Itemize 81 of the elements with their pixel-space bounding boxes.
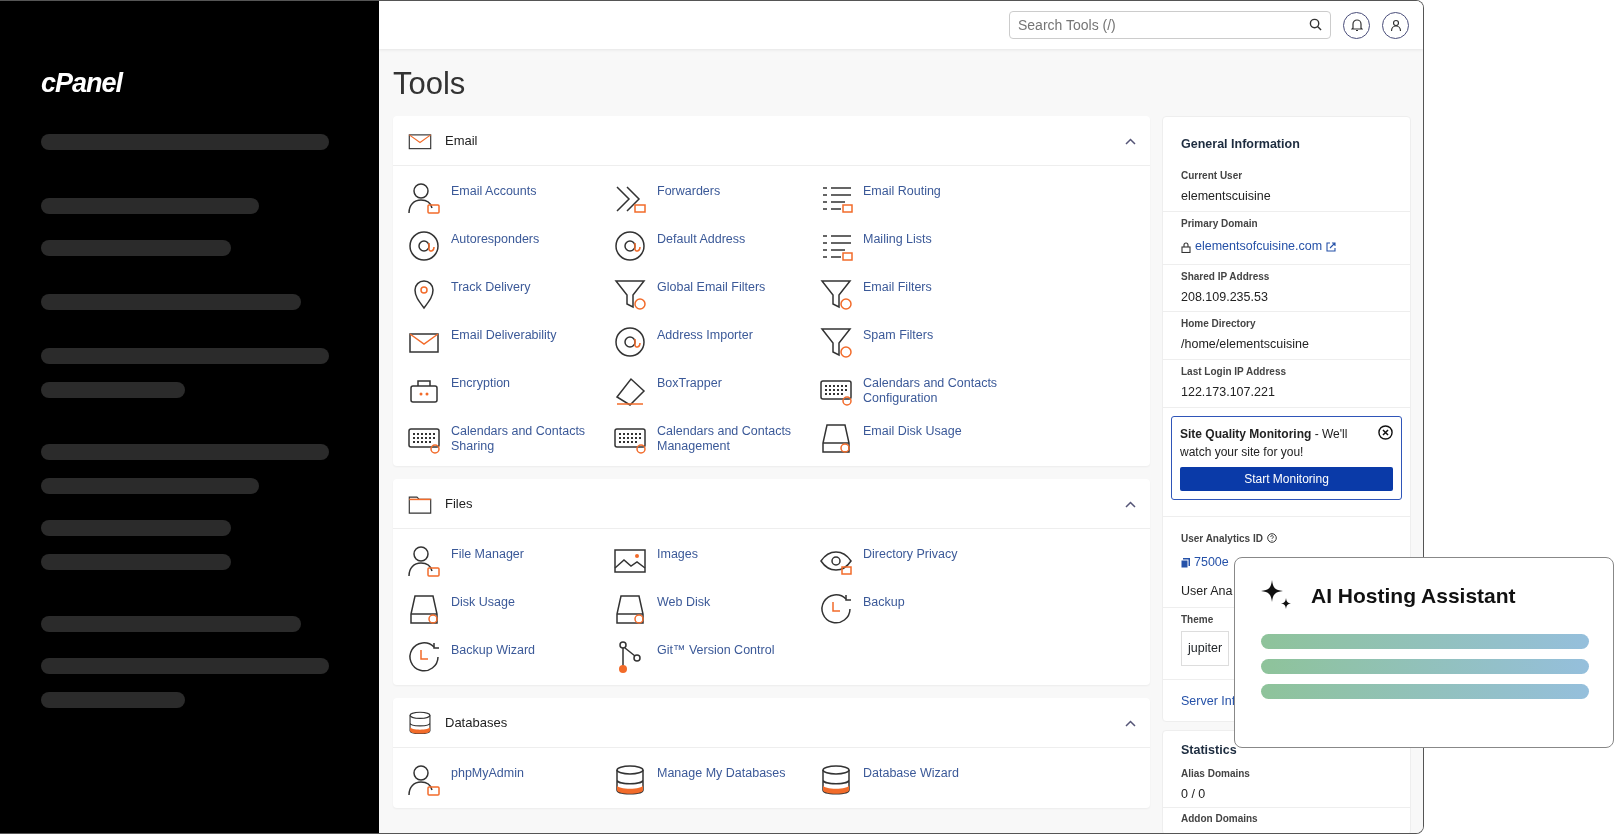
tool-link[interactable]: Global Email Filters bbox=[613, 270, 819, 319]
field-label: Shared IP Address bbox=[1181, 269, 1271, 284]
analytics-id: 7500e bbox=[1194, 553, 1229, 571]
user-button[interactable] bbox=[1382, 11, 1409, 39]
drive-icon bbox=[407, 592, 441, 627]
field-value: 0 / 0 bbox=[1181, 786, 1207, 804]
tool-link[interactable]: Default Address bbox=[613, 222, 819, 271]
field-label: Last Login IP Address bbox=[1181, 365, 1288, 380]
tool-link[interactable]: Directory Privacy bbox=[819, 537, 1025, 586]
server-information-link[interactable]: Server Inf bbox=[1181, 693, 1236, 708]
tool-link[interactable]: Web Disk bbox=[613, 585, 819, 634]
tool-link[interactable]: Encryption bbox=[407, 366, 613, 415]
tool-link[interactable]: Git™ Version Control bbox=[613, 633, 819, 682]
tool-link[interactable]: Address Importer bbox=[613, 318, 819, 367]
tool-link[interactable]: Email Filters bbox=[819, 270, 1025, 319]
logo[interactable]: cPanel bbox=[41, 63, 123, 104]
tool-link[interactable]: Calendars and Contacts Sharing bbox=[407, 414, 613, 463]
search-icon bbox=[1309, 18, 1322, 31]
tool-link[interactable]: Forwarders bbox=[613, 174, 819, 223]
assistant-title: AI Hosting Assistant bbox=[1311, 583, 1516, 610]
user-icon bbox=[1389, 18, 1402, 32]
domain-link[interactable]: elementsofcuisine.com bbox=[1195, 237, 1323, 257]
field-label: Theme bbox=[1181, 612, 1215, 627]
person-icon bbox=[407, 763, 441, 798]
tool-link[interactable]: Images bbox=[613, 537, 819, 586]
tool-link[interactable]: Disk Usage bbox=[407, 585, 613, 634]
funnel-icon bbox=[819, 277, 853, 312]
field-label: Alias Domains bbox=[1181, 767, 1251, 782]
tool-link[interactable]: Autoresponders bbox=[407, 222, 613, 271]
notifications-button[interactable] bbox=[1343, 11, 1370, 39]
tool-link[interactable]: File Manager bbox=[407, 537, 613, 586]
analytics-status: User Ana bbox=[1181, 582, 1233, 600]
funnel-icon bbox=[819, 325, 853, 360]
theme-field[interactable]: jupiter bbox=[1181, 630, 1229, 666]
field-value: 122.173.107.221 bbox=[1181, 384, 1276, 402]
field-value: /home/elementscuisine bbox=[1181, 336, 1310, 354]
promo-text: Site Quality Monitoring - We'll watch your site for you! bbox=[1180, 425, 1349, 461]
clock-icon bbox=[407, 640, 441, 675]
tool-link[interactable]: Track Delivery bbox=[407, 270, 613, 319]
search-field[interactable]: Search Tools (/) bbox=[1009, 11, 1331, 39]
drive-icon bbox=[613, 592, 647, 627]
funnel-icon bbox=[613, 277, 647, 312]
at-icon bbox=[613, 325, 647, 360]
help-icon[interactable] bbox=[1266, 533, 1277, 544]
tool-link[interactable]: Spam Filters bbox=[819, 318, 1025, 367]
tool-link[interactable]: Backup Wizard bbox=[407, 633, 613, 682]
tool-link[interactable]: Email Accounts bbox=[407, 174, 613, 223]
field-label: Current User bbox=[1181, 168, 1244, 183]
tool-link[interactable]: Email Deliverability bbox=[407, 318, 613, 367]
field-label: Addon Domains bbox=[1181, 812, 1259, 827]
drive-icon bbox=[819, 421, 853, 456]
tool-link[interactable]: Database Wizard bbox=[819, 756, 1025, 805]
person-icon bbox=[407, 181, 441, 216]
field-value: elementscuisine bbox=[1181, 187, 1272, 205]
person-icon bbox=[407, 544, 441, 579]
section-title: Email bbox=[445, 131, 479, 150]
section-title: Files bbox=[445, 494, 474, 513]
at-icon bbox=[407, 229, 441, 264]
page-title: Tools bbox=[393, 65, 467, 103]
field-label: Primary Domain bbox=[1181, 216, 1259, 231]
field-value: 208.109.235.53 bbox=[1181, 288, 1269, 306]
tool-link[interactable]: BoxTrapper bbox=[613, 366, 819, 415]
field-label: Home Directory bbox=[1181, 317, 1257, 332]
close-icon[interactable] bbox=[1378, 424, 1393, 440]
database-icon bbox=[407, 709, 433, 736]
card-title: Statistics bbox=[1180, 741, 1238, 759]
clock-icon bbox=[819, 592, 853, 627]
at-icon bbox=[613, 229, 647, 264]
bell-icon bbox=[1350, 18, 1363, 32]
tool-link[interactable]: Email Routing bbox=[819, 174, 1025, 223]
start-monitoring-button[interactable]: Start Monitoring bbox=[1180, 466, 1393, 491]
tool-link[interactable]: Manage My Databases bbox=[613, 756, 819, 805]
tool-link[interactable]: Backup bbox=[819, 585, 1025, 634]
tool-link[interactable]: Email Disk Usage bbox=[819, 414, 1025, 463]
section-title: Databases bbox=[445, 713, 509, 732]
tool-link[interactable]: Calendars and Contacts Configuration bbox=[819, 366, 1025, 415]
tool-link[interactable]: Mailing Lists bbox=[819, 222, 1025, 271]
card-title: General Information bbox=[1180, 136, 1301, 154]
tool-link[interactable]: phpMyAdmin bbox=[407, 756, 613, 805]
tool-link[interactable]: Calendars and Contacts Management bbox=[613, 414, 819, 463]
field-label: User Analytics ID bbox=[1181, 531, 1263, 546]
